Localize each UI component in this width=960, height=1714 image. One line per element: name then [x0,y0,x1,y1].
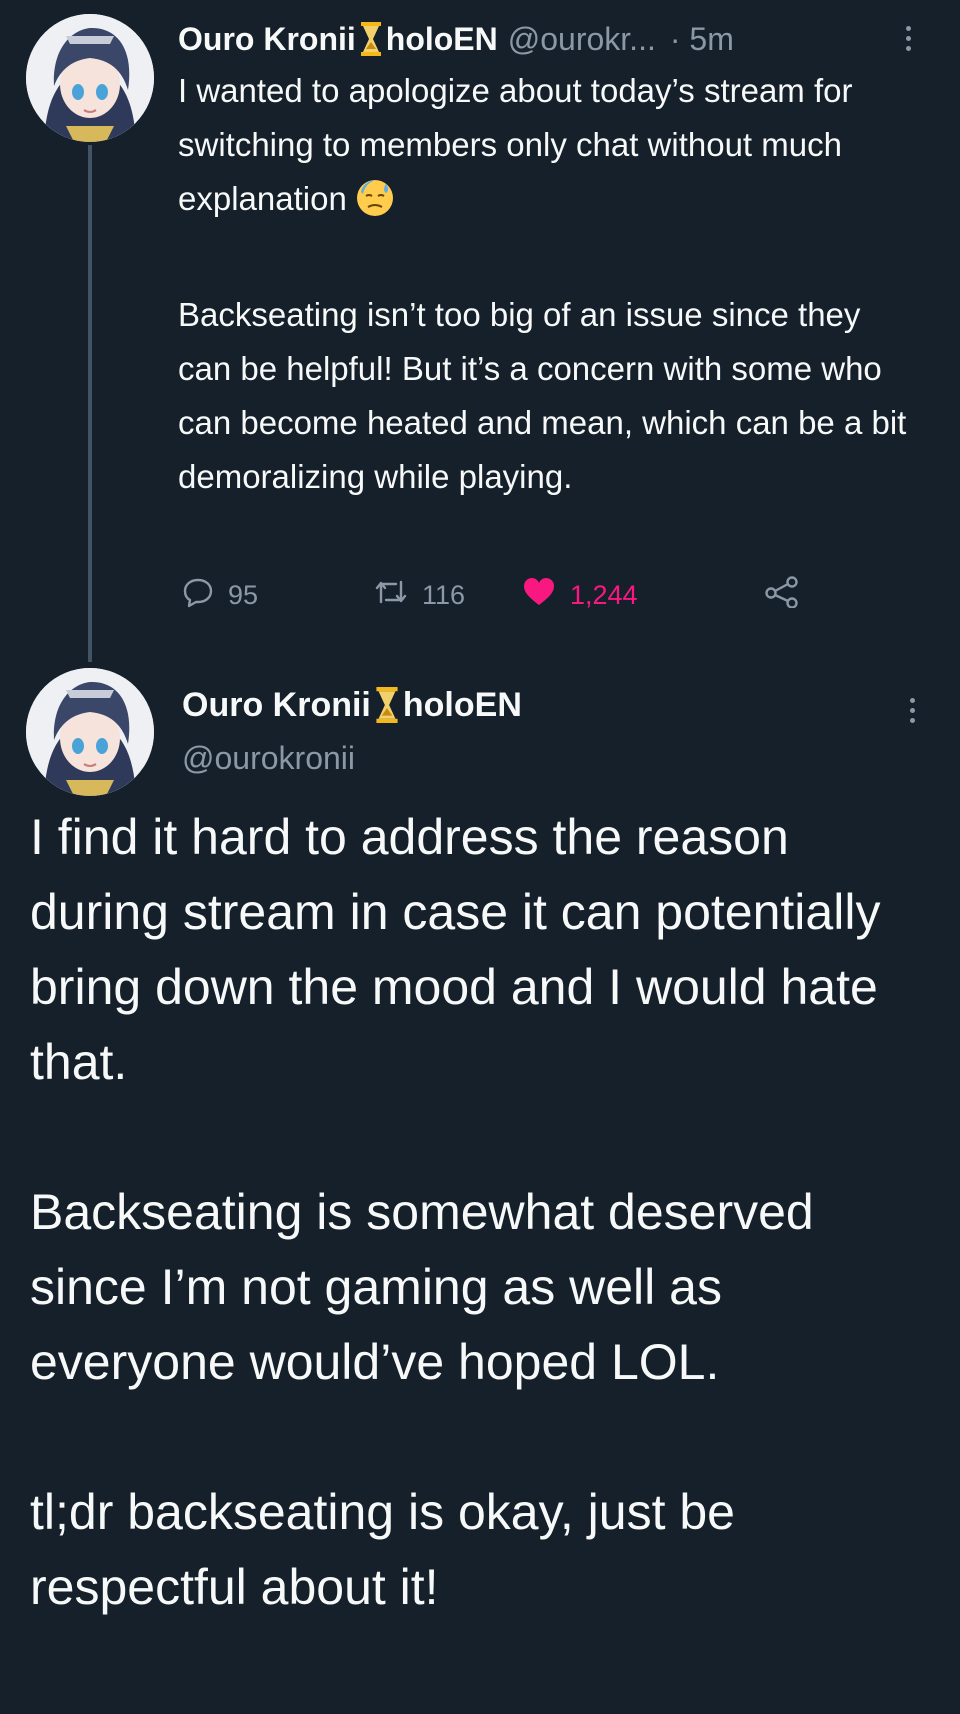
display-name-suffix: holoEN [385,20,498,57]
display-name[interactable]: Ouro Kronii [178,21,356,58]
tweet2-paragraph: tl;dr backseating is okay, just be respe… [30,1484,735,1615]
like-count: 1,244 [570,579,638,610]
tweet2-text: I find it hard to address the reason dur… [30,800,940,1625]
reply-button[interactable]: 95 [182,570,258,620]
retweet-count: 116 [422,579,466,610]
display-name-suffix: holoEN [402,685,522,724]
reply-count: 95 [228,579,259,610]
thread-line [88,145,92,662]
sweat-emoji-icon [355,178,395,234]
like-button[interactable]: 1,244 [522,570,638,620]
tweet1-actions: 95 116 1,244 [182,570,822,620]
retweet-button[interactable]: 116 [374,570,465,620]
share-button[interactable] [764,570,800,620]
hourglass-icon [360,22,382,56]
tweet1-paragraph: I wanted to apologize about today’s stre… [178,72,853,217]
more-icon[interactable] [896,18,920,58]
tweet1-text: I wanted to apologize about today’s stre… [178,64,918,504]
hourglass-icon [375,687,399,723]
share-icon [764,575,800,615]
tweet2-paragraph: I find it hard to address the reason dur… [30,809,881,1090]
heart-icon [522,576,556,615]
handle[interactable]: @ourokr... [508,21,656,58]
retweet-icon [374,576,408,615]
timestamp[interactable]: · 5m [670,21,734,58]
reply-icon [182,576,214,615]
tweet2-paragraph: Backseating is somewhat deserved since I… [30,1184,814,1390]
avatar[interactable] [26,14,154,142]
handle[interactable]: @ourokronii [182,740,355,777]
display-name[interactable]: Ouro Kronii [182,686,371,725]
tweet2-header: Ouro Kronii holoEN [182,680,522,730]
tweet1-paragraph: Backseating isn’t too big of an issue si… [178,296,907,495]
tweet1-header: Ouro Kronii holoEN @ourokr... · 5m [178,14,938,64]
avatar[interactable] [26,668,154,796]
more-icon[interactable] [900,690,924,730]
